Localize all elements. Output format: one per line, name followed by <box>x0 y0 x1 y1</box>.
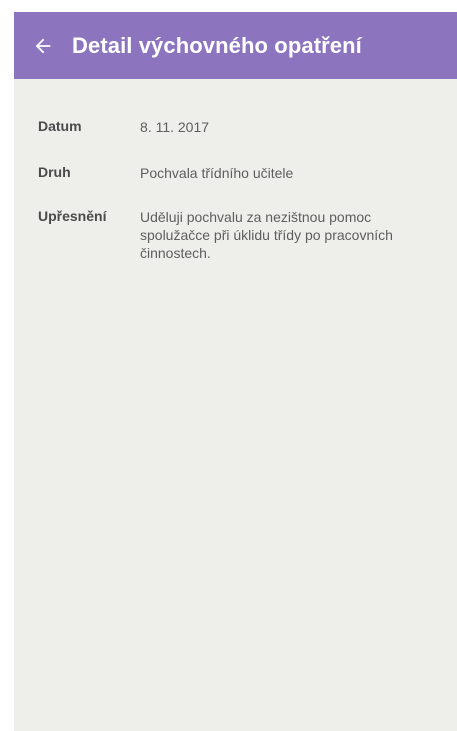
app-bar: Detail výchovného opatření <box>14 12 457 79</box>
date-label: Datum <box>38 118 82 134</box>
type-label: Druh <box>38 164 71 180</box>
type-value: Pochvala třídního učitele <box>140 165 294 181</box>
note-label: Upřesnění <box>38 208 107 224</box>
note-value: Uděluji pochvalu za nezištnou pomoc spol… <box>140 209 393 261</box>
page-title: Detail výchovného opatření <box>72 32 362 58</box>
date-value: 8. 11. 2017 <box>140 119 210 135</box>
back-button[interactable] <box>14 12 72 79</box>
detail-content: Datum 8. 11. 2017 Druh Pochvala třídního… <box>14 79 457 731</box>
arrow-left-icon <box>35 38 51 53</box>
screen: Detail výchovného opatření Datum 8. 11. … <box>14 12 457 731</box>
